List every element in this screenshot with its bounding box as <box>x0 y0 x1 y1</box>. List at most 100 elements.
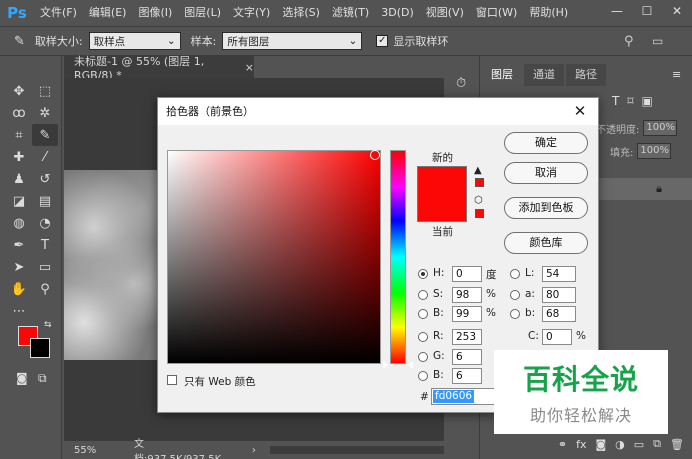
hue-slider[interactable] <box>390 150 406 364</box>
shape-filter-icon[interactable]: ⌑ <box>627 94 633 108</box>
menu-edit[interactable]: 编辑(E) <box>83 0 133 26</box>
move-tool-icon[interactable]: ✥ <box>6 80 32 102</box>
blur-tool-icon[interactable]: ◍ <box>6 212 32 234</box>
search-icon[interactable]: ⚲ <box>624 34 634 49</box>
chevron-right-icon[interactable]: › <box>252 445 256 456</box>
lasso-tool-icon[interactable]: ꝏ <box>6 102 32 124</box>
menu-window[interactable]: 窗口(W) <box>470 0 523 26</box>
menu-help[interactable]: 帮助(H) <box>523 0 574 26</box>
shape-tool-icon[interactable]: ▭ <box>32 256 58 278</box>
more-tools-icon[interactable]: ⋯ <box>6 300 32 322</box>
tab-paths[interactable]: 路径 <box>566 64 606 86</box>
color-libraries-button[interactable]: 颜色库 <box>504 232 588 254</box>
b-input[interactable]: 99 <box>452 306 482 322</box>
l-input[interactable]: 54 <box>542 266 576 282</box>
lab-b-input[interactable]: 68 <box>542 306 576 322</box>
brush-tool-icon[interactable]: ⁄ <box>32 146 58 168</box>
menu-type[interactable]: 文字(Y) <box>227 0 276 26</box>
color-picker-handle[interactable] <box>370 150 380 160</box>
eyedropper-tool-icon[interactable]: ✎ <box>32 124 58 146</box>
radio-l[interactable] <box>510 269 520 279</box>
fx-icon[interactable]: fx <box>576 438 586 451</box>
hue-slider-arrow-right[interactable] <box>408 361 413 369</box>
radio-rgb-b[interactable] <box>418 371 428 381</box>
zoom-tool-icon[interactable]: ⚲ <box>32 278 58 300</box>
workspace-icon[interactable]: ▭ <box>652 34 663 48</box>
gamut-warning-icon[interactable]: ▲ <box>474 166 484 176</box>
close-tab-icon[interactable]: × <box>245 61 254 74</box>
path-select-tool-icon[interactable]: ➤ <box>6 256 32 278</box>
pen-tool-icon[interactable]: ✒ <box>6 234 32 256</box>
s-input[interactable]: 98 <box>452 287 482 303</box>
type-filter-icon[interactable]: T <box>612 94 619 108</box>
tab-layers[interactable]: 图层 <box>482 64 522 86</box>
trash-icon[interactable]: 🗑︎ <box>670 438 684 451</box>
radio-a[interactable] <box>510 290 520 300</box>
eyedropper-icon[interactable]: ✎ <box>14 34 25 49</box>
horizontal-scrollbar[interactable] <box>269 446 444 454</box>
menu-select[interactable]: 选择(S) <box>276 0 326 26</box>
web-safe-icon[interactable]: ⬡ <box>474 196 483 206</box>
smart-filter-icon[interactable]: ▣ <box>642 94 653 108</box>
zoom-level[interactable]: 55% <box>74 445 132 456</box>
radio-b[interactable] <box>418 309 428 319</box>
sample-select[interactable]: 所有图层 ⌄ <box>222 32 363 50</box>
sample-size-select[interactable]: 取样点 ⌄ <box>88 32 181 50</box>
link-icon[interactable]: ⚭ <box>558 438 567 451</box>
healing-tool-icon[interactable]: ✚ <box>6 146 32 168</box>
current-color-swatch[interactable] <box>417 194 467 222</box>
c-input[interactable]: 0 <box>542 329 572 345</box>
radio-lab-b[interactable] <box>510 309 520 319</box>
restore-button[interactable]: ☐ <box>632 0 662 22</box>
history-brush-icon[interactable]: ↺ <box>32 168 58 190</box>
hue-slider-arrow-left[interactable] <box>383 361 388 369</box>
radio-g[interactable] <box>418 352 428 362</box>
tab-channels[interactable]: 通道 <box>524 64 564 86</box>
a-input[interactable]: 80 <box>542 287 576 303</box>
close-window-button[interactable]: ✕ <box>662 0 692 22</box>
type-tool-icon[interactable]: T <box>32 234 58 256</box>
hex-input[interactable]: fd0606 <box>431 388 495 405</box>
menu-filter[interactable]: 滤镜(T) <box>326 0 375 26</box>
adjustment-icon[interactable]: ◑ <box>615 438 625 451</box>
dodge-tool-icon[interactable]: ◔ <box>32 212 58 234</box>
swap-colors-icon[interactable]: ⇆ <box>44 320 52 330</box>
menu-image[interactable]: 图像(I) <box>132 0 178 26</box>
gradient-tool-icon[interactable]: ▤ <box>32 190 58 212</box>
panel-menu-icon[interactable]: ≡ <box>672 68 681 81</box>
saturation-brightness-field[interactable] <box>167 150 381 364</box>
stamp-tool-icon[interactable]: ♟ <box>6 168 32 190</box>
ok-button[interactable]: 确定 <box>504 132 588 154</box>
eraser-tool-icon[interactable]: ◪ <box>6 190 32 212</box>
radio-r[interactable] <box>418 332 428 342</box>
h-input[interactable]: 0 <box>452 266 482 282</box>
r-input[interactable]: 253 <box>452 329 482 345</box>
menu-file[interactable]: 文件(F) <box>34 0 83 26</box>
screen-mode-icon[interactable]: ⧉ <box>38 371 47 386</box>
add-to-swatches-button[interactable]: 添加到色板 <box>504 197 588 219</box>
menu-layer[interactable]: 图层(L) <box>178 0 227 26</box>
cancel-button[interactable]: 取消 <box>504 162 588 184</box>
rgb-b-input[interactable]: 6 <box>452 368 482 384</box>
show-ring-checkbox[interactable]: ✓ <box>376 35 389 47</box>
menu-view[interactable]: 视图(V) <box>420 0 470 26</box>
web-safe-swatch[interactable] <box>475 209 484 218</box>
crop-tool-icon[interactable]: ⌗ <box>6 124 32 146</box>
magic-wand-tool-icon[interactable]: ✲ <box>32 102 58 124</box>
gamut-swatch[interactable] <box>475 178 484 187</box>
history-icon[interactable]: ⏱ <box>456 76 466 91</box>
close-icon[interactable]: ✕ <box>570 100 590 122</box>
new-layer-icon[interactable]: ⧉ <box>653 437 661 451</box>
mask-icon[interactable]: ◙ <box>595 438 606 451</box>
opacity-input[interactable]: 100% <box>643 120 678 136</box>
radio-h[interactable] <box>418 269 428 279</box>
marquee-tool-icon[interactable]: ⬚ <box>32 80 58 102</box>
menu-3d[interactable]: 3D(D) <box>375 0 420 26</box>
fill-input[interactable]: 100% <box>637 143 672 159</box>
minimize-button[interactable]: — <box>602 0 632 22</box>
document-tab[interactable]: 未标题-1 @ 55% (图层 1, RGB/8) * × <box>64 55 254 82</box>
hand-tool-icon[interactable]: ✋ <box>6 278 32 300</box>
web-colors-only-checkbox[interactable] <box>167 375 177 385</box>
quick-mask-icon[interactable]: ◙ <box>16 371 28 385</box>
background-color-swatch[interactable] <box>30 338 50 358</box>
